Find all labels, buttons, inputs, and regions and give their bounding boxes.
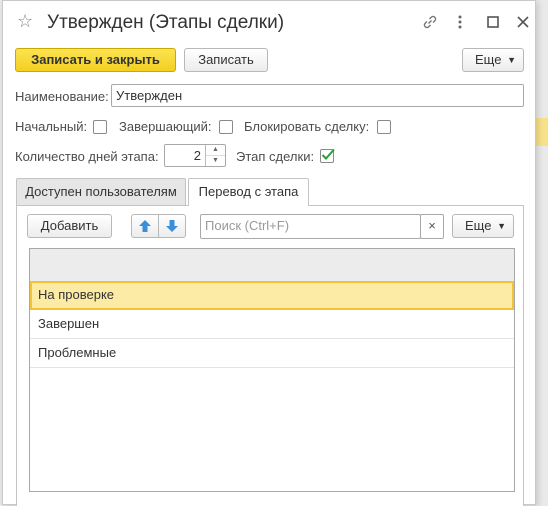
table-header <box>30 249 514 282</box>
table-row[interactable]: На проверке <box>30 281 514 310</box>
window-title: Утвержден (Этапы сделки) <box>47 12 285 33</box>
maximize-icon[interactable] <box>484 13 502 31</box>
more-button-label: Еще <box>475 52 502 67</box>
tab-transition-from-stage[interactable]: Перевод с этапа <box>188 178 309 206</box>
favorite-star-icon[interactable]: ☆ <box>17 11 33 31</box>
dropdown-arrow-icon: ▼ <box>507 55 516 65</box>
close-icon[interactable] <box>514 13 532 31</box>
move-down-button[interactable] <box>158 214 186 238</box>
block-deal-checkbox[interactable] <box>377 120 391 134</box>
add-button[interactable]: Добавить <box>27 214 112 238</box>
days-value: 2 <box>193 148 201 163</box>
block-deal-label: Блокировать сделку: <box>244 119 370 134</box>
panel-more-label: Еще <box>465 218 492 233</box>
name-label: Наименование: <box>15 89 109 104</box>
link-icon[interactable] <box>421 13 439 31</box>
search-input[interactable]: Поиск (Ctrl+F) <box>200 214 421 239</box>
save-button[interactable]: Записать <box>184 48 268 72</box>
arrow-down-icon <box>166 220 178 232</box>
arrow-up-icon <box>139 220 151 232</box>
stepper-down-icon[interactable]: ▼ <box>205 155 225 166</box>
dialog-window: ☆ Утвержден (Этапы сделки) Записать и за… <box>2 0 536 506</box>
days-label: Количество дней этапа: <box>15 149 159 164</box>
more-vertical-icon[interactable] <box>451 13 469 31</box>
more-button[interactable]: Еще ▼ <box>462 48 524 72</box>
clear-search-button[interactable]: × <box>420 214 444 239</box>
final-checkbox[interactable] <box>219 120 233 134</box>
title-bar: ☆ Утвержден (Этапы сделки) <box>3 1 535 43</box>
name-field[interactable]: Утвержден <box>111 84 524 107</box>
stages-table: На проверке Завершен Проблемные <box>29 248 515 492</box>
table-row[interactable]: Проблемные <box>30 339 514 368</box>
final-label: Завершающий: <box>119 119 212 134</box>
tab-available-to-users[interactable]: Доступен пользователям <box>16 178 186 205</box>
deal-stage-checkbox[interactable] <box>320 148 335 163</box>
panel-more-button[interactable]: Еще ▼ <box>452 214 514 238</box>
initial-checkbox[interactable] <box>93 120 107 134</box>
table-row[interactable]: Завершен <box>30 310 514 339</box>
background-strip <box>536 118 548 146</box>
dropdown-arrow-icon: ▼ <box>497 221 506 231</box>
initial-label: Начальный: <box>15 119 88 134</box>
checkmark-icon <box>321 148 335 160</box>
days-stepper[interactable]: 2 ▲ ▼ <box>164 144 226 167</box>
deal-stage-label: Этап сделки: <box>236 149 315 164</box>
move-up-button[interactable] <box>131 214 159 238</box>
save-and-close-button[interactable]: Записать и закрыть <box>15 48 176 72</box>
